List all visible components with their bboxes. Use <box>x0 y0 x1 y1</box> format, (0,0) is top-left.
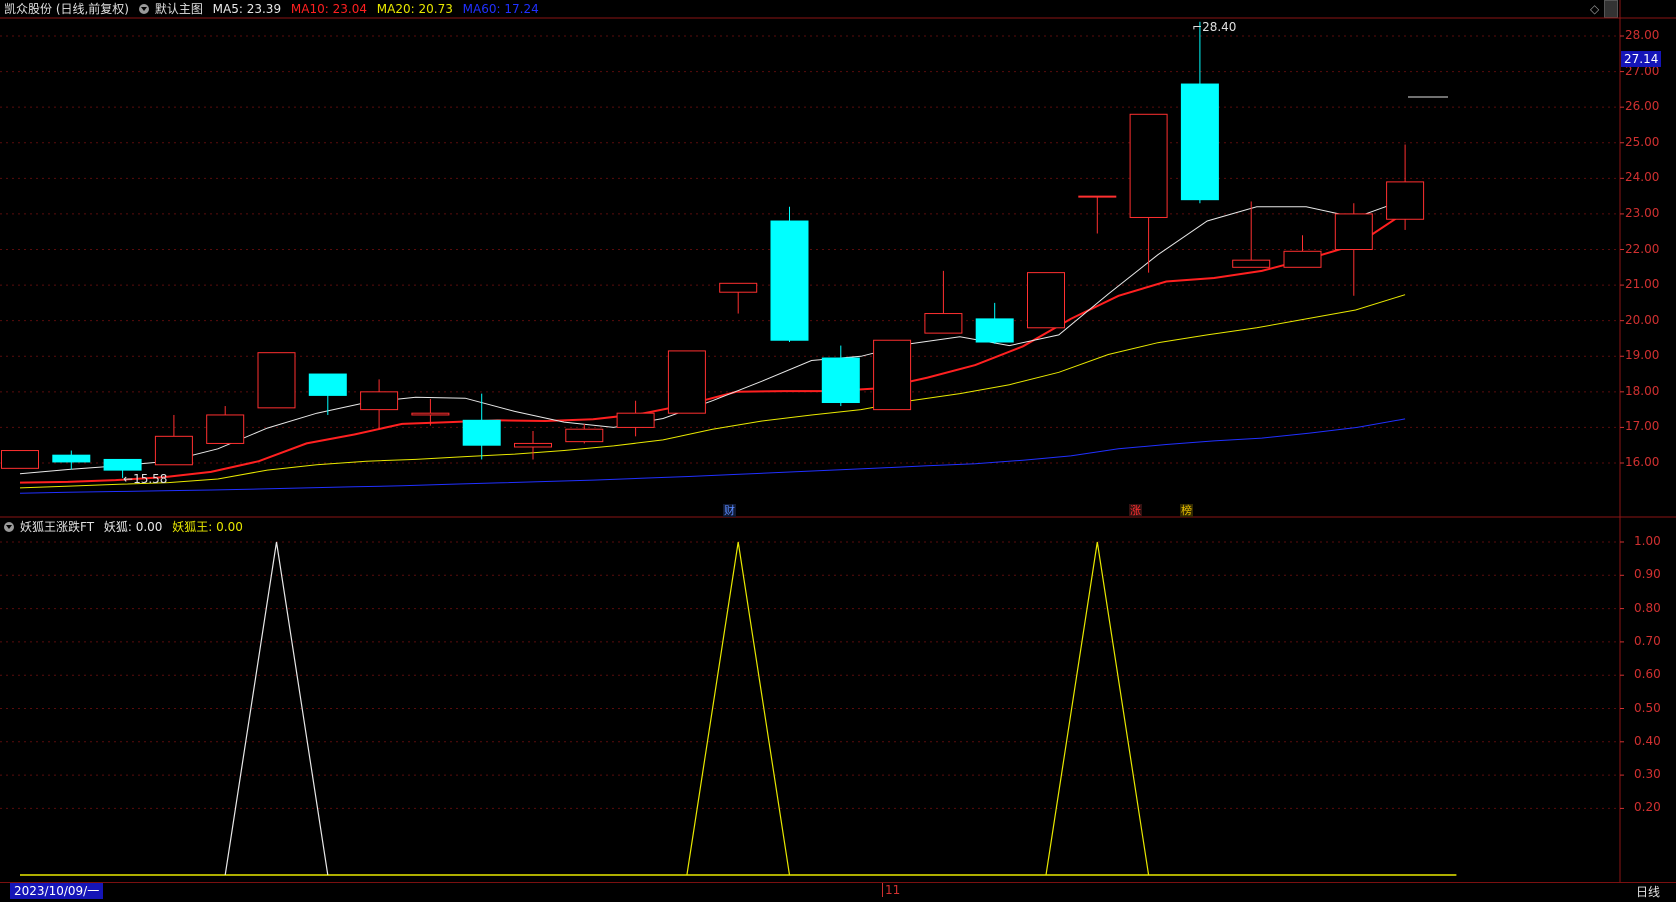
price-tick: 17.00 <box>1625 419 1660 434</box>
candle-body <box>1078 195 1117 198</box>
candle-body <box>667 350 706 414</box>
sub-tick: 0.30 <box>1634 767 1661 782</box>
candle-body <box>1283 250 1322 268</box>
sub-tick: 0.70 <box>1634 633 1661 648</box>
candle-body <box>565 428 604 443</box>
price-tick: 25.00 <box>1625 134 1660 149</box>
sub-tick: 0.90 <box>1634 567 1661 582</box>
current-price-label: 27.14 <box>1621 51 1662 67</box>
max-price-label: ⌐28.40 <box>1192 20 1237 34</box>
candle-body <box>462 419 501 446</box>
price-tick: 16.00 <box>1625 455 1660 469</box>
candle-body <box>154 435 193 466</box>
bottom-date-bar <box>0 882 1676 902</box>
month-label: 11 <box>882 883 900 897</box>
sub-tick: 0.20 <box>1634 800 1661 815</box>
candle-body <box>206 414 245 444</box>
price-tick: 24.00 <box>1625 170 1660 185</box>
sub-tick: 0.50 <box>1634 700 1661 715</box>
candle-body <box>616 412 655 428</box>
sub-tick: 1.00 <box>1634 534 1661 548</box>
candle-body <box>719 282 758 293</box>
sub-tick: 0.60 <box>1634 667 1661 682</box>
candle-body <box>52 454 91 463</box>
candle-body <box>1334 213 1373 251</box>
price-tick: 26.00 <box>1625 99 1660 114</box>
price-tick: 21.00 <box>1625 277 1660 292</box>
candle-body <box>411 412 450 416</box>
min-price-label: ←15.58 <box>123 472 168 486</box>
candle-body <box>360 391 399 411</box>
ma20-line <box>19 294 1406 489</box>
candle-body <box>1129 113 1168 218</box>
price-tick: 18.00 <box>1625 383 1660 398</box>
candle-body <box>821 357 860 404</box>
candle-body <box>770 220 809 341</box>
period-label[interactable]: 日线 <box>1636 883 1660 900</box>
sub-tick: 0.80 <box>1634 600 1661 615</box>
candle-body <box>1232 259 1271 268</box>
candle-body <box>1180 83 1219 201</box>
candle-body <box>975 318 1014 343</box>
sub-tick: 0.40 <box>1634 733 1661 748</box>
price-tick: 22.00 <box>1625 241 1660 256</box>
candle-body <box>257 352 296 409</box>
price-tick: 19.00 <box>1625 348 1660 363</box>
candle-body <box>924 313 963 334</box>
candle-body <box>1 450 39 469</box>
candle-body <box>873 339 912 411</box>
event-mark-finance[interactable]: 财 <box>723 504 736 517</box>
yaohuwang-peak <box>1045 541 1150 876</box>
event-mark-limit-up[interactable]: 涨 <box>1129 504 1142 517</box>
candle-body <box>514 442 552 448</box>
date-label: 2023/10/09/一 <box>10 883 104 899</box>
candle-body <box>1386 181 1425 220</box>
price-tick: 20.00 <box>1625 312 1660 327</box>
candle-body <box>308 373 347 396</box>
kline-chart[interactable] <box>0 0 1676 901</box>
price-tick: 23.00 <box>1625 205 1660 220</box>
candle-body <box>103 458 142 471</box>
event-mark-ranking[interactable]: 榜 <box>1180 504 1193 517</box>
price-tick: 28.00 <box>1625 28 1660 42</box>
candle-body <box>1027 272 1065 329</box>
